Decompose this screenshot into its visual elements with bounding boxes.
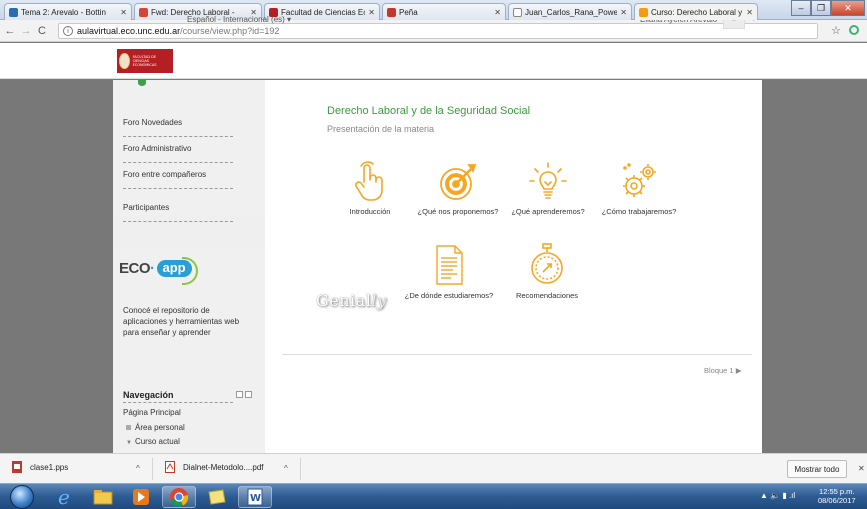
info-icon[interactable]: i [63, 26, 73, 36]
extension-icon[interactable] [849, 25, 859, 35]
download-bar: clase1.pps ^ Dialnet-Metodolo....pdf ^ M… [0, 453, 867, 483]
dock-block-icon[interactable] [245, 391, 252, 398]
close-tab-icon[interactable]: ✕ [746, 8, 753, 17]
pps-file-icon [12, 461, 22, 473]
word-icon[interactable]: W [238, 486, 272, 508]
download-item[interactable]: clase1.pps [12, 461, 68, 473]
internet-explorer-icon[interactable]: e [48, 486, 82, 508]
nav-item-pagina-principal[interactable]: Página Principal [123, 408, 181, 417]
svg-text:e: e [58, 487, 70, 507]
target-icon [440, 164, 477, 200]
maximize-icon[interactable]: ❐ [811, 0, 831, 16]
nav-item-curso-actual[interactable]: ▼ Curso actual [126, 437, 180, 446]
divider [152, 458, 153, 480]
moodle-icon [639, 7, 648, 17]
file-explorer-icon[interactable] [86, 486, 120, 508]
block-navigation-link[interactable]: Bloque 1 ▶ [704, 366, 741, 375]
system-tray-icons[interactable]: ▲ 🔈 ▮ .ıl [760, 491, 795, 500]
tab-strip: Tema 2: Arevalo - Bottin ✕ Fwd: Derecho … [0, 0, 867, 20]
forward-icon[interactable]: → [18, 25, 34, 37]
url-input[interactable]: i aulavirtual.eco.unc.edu.ar/course/view… [58, 23, 818, 39]
gears-icon [623, 163, 656, 197]
page-body: Foro Novedades Foro Administrativo Foro … [0, 80, 867, 453]
download-menu-chevron-icon[interactable]: ^ [136, 464, 140, 473]
divider [282, 354, 752, 355]
minimize-icon[interactable]: – [791, 0, 811, 16]
tile-que-aprenderemos[interactable]: ¿Qué aprenderemos? [503, 160, 593, 216]
tab-favicon-icon [387, 7, 396, 17]
navigation-title: Navegación [123, 390, 174, 400]
tile-recomendaciones[interactable]: Recomendaciones [502, 242, 592, 300]
sidebar-link-participantes[interactable]: Participantes [123, 203, 233, 222]
back-icon[interactable]: ← [2, 25, 18, 37]
seal-icon [119, 53, 130, 69]
sidebar-link-foro-novedades[interactable]: Foro Novedades [123, 118, 233, 137]
faculty-logo[interactable]: FACULTAD DE CIENCIAS ECONÓMICAS [117, 49, 173, 73]
window-close-icon[interactable]: ✕ [831, 0, 865, 16]
tile-que-nos-proponemos[interactable]: ¿Qué nos proponemos? [413, 160, 503, 216]
document-tab-icon [513, 7, 522, 17]
download-menu-chevron-icon[interactable]: ^ [284, 464, 288, 473]
course-subtitle: Presentación de la materia [327, 124, 435, 134]
pointing-hand-icon [355, 161, 383, 201]
chrome-icon[interactable] [162, 486, 196, 508]
tile-como-trabajaremos[interactable]: ¿Cómo trabajaremos? [594, 160, 684, 216]
collapse-block-icon[interactable] [236, 391, 243, 398]
divider [123, 402, 233, 403]
close-tab-icon[interactable]: ✕ [620, 8, 627, 17]
start-button[interactable] [10, 485, 34, 509]
close-download-bar-icon[interactable]: ✕ [858, 464, 865, 473]
tab-favicon-icon [9, 7, 18, 17]
show-all-downloads-button[interactable]: Mostrar todo [787, 460, 847, 478]
document-icon [436, 245, 463, 285]
close-tab-icon[interactable]: ✕ [120, 8, 127, 17]
sticky-notes-icon[interactable] [200, 486, 234, 508]
eco-app-logo[interactable]: ECO · app [119, 257, 198, 285]
logo-text: FACULTAD DE CIENCIAS ECONÓMICAS [132, 55, 157, 67]
bullet-icon [126, 425, 131, 431]
window-controls: – ❐ ✕ [791, 0, 865, 16]
reload-icon[interactable]: C [34, 25, 50, 37]
site-header: FACULTAD DE CIENCIAS ECONÓMICAS [0, 43, 867, 79]
nav-item-area-personal[interactable]: Área personal [126, 423, 185, 432]
taskbar: e W ▲ 🔈 ▮ .ıl 12:55 p.m. 08/06/2017 [0, 483, 867, 509]
block-icon [138, 80, 146, 86]
close-tab-icon[interactable]: ✕ [368, 8, 375, 17]
divider [300, 458, 301, 480]
stopwatch-icon [531, 243, 563, 284]
gmail-icon [139, 7, 148, 17]
tile-de-donde-estudiaremos[interactable]: ¿De dónde estudiaremos? [404, 242, 494, 300]
browser-tab[interactable]: Juan_Carlos_Rana_Power ✕ [508, 3, 632, 20]
browser-tab[interactable]: Peña ✕ [382, 3, 506, 20]
sidebar-link-foro-companeros[interactable]: Foro entre compañeros [123, 170, 233, 189]
genially-logo[interactable]: Genially [316, 291, 386, 310]
media-player-icon[interactable] [124, 486, 158, 508]
course-title: Derecho Laboral y de la Seguridad Social [327, 105, 531, 117]
lightbulb-icon [529, 162, 567, 199]
browser-tab[interactable]: Tema 2: Arevalo - Bottin ✕ [4, 3, 132, 20]
block-controls [236, 391, 252, 398]
browser-tab-active[interactable]: Curso: Derecho Laboral y ✕ [634, 3, 758, 20]
clock[interactable]: 12:55 p.m. 08/06/2017 [818, 487, 856, 505]
svg-text:W: W [250, 493, 261, 504]
download-item[interactable]: Dialnet-Metodolo....pdf [165, 461, 264, 473]
close-tab-icon[interactable]: ✕ [494, 8, 501, 17]
pdf-file-icon [165, 461, 175, 473]
sidebar-link-foro-administrativo[interactable]: Foro Administrativo [123, 144, 233, 163]
eco-app-description: Conocé el repositorio de aplicaciones y … [123, 306, 240, 337]
expand-arrow-icon: ▼ [126, 440, 132, 446]
bookmark-star-icon[interactable]: ☆ [831, 24, 841, 37]
tile-introduccion[interactable]: Introducción [325, 160, 415, 216]
language-selector[interactable]: Español - Internacional (es) ▾ [187, 15, 291, 24]
